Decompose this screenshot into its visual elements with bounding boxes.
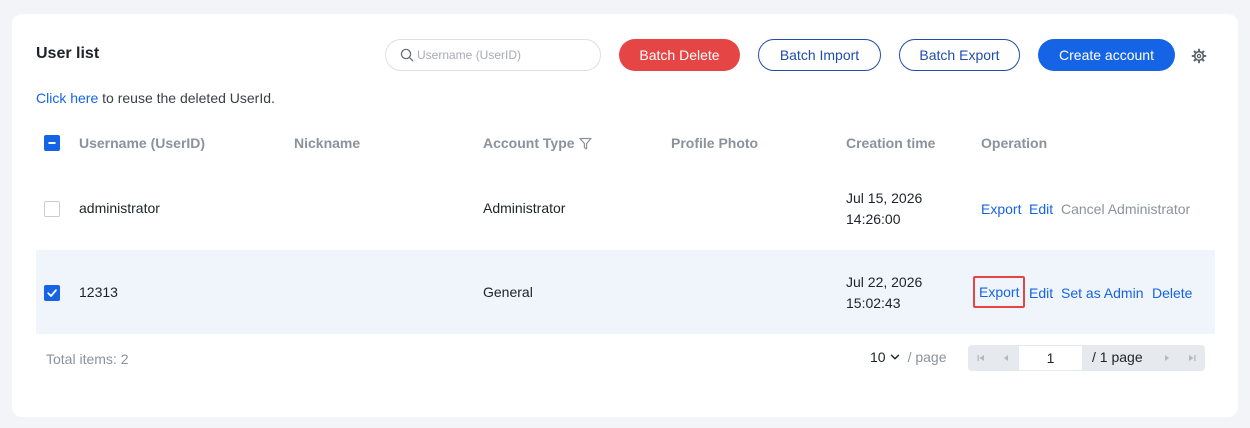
column-account-type-label: Account Type: [483, 135, 575, 151]
page-title: User list: [36, 45, 100, 62]
table-header: Username (UserID) Nickname Account Type …: [36, 126, 1215, 160]
cell-account-type: Administrator: [483, 200, 566, 216]
creation-clock: 15:02:43: [846, 295, 901, 311]
batch-import-button[interactable]: Batch Import: [758, 39, 881, 71]
checkmark-icon: [47, 289, 57, 297]
table-row: 12313 General Jul 22, 2026 15:02:43 Expo…: [36, 250, 1215, 334]
select-all-checkbox[interactable]: [44, 135, 60, 151]
edit-link[interactable]: Edit: [1029, 201, 1053, 217]
search-icon: [400, 48, 414, 62]
creation-date: Jul 15, 2026: [846, 190, 923, 206]
page-size-select[interactable]: 10 / page: [870, 349, 947, 365]
column-creation-time: Creation time: [846, 135, 936, 151]
cell-username: 12313: [79, 284, 118, 300]
last-page-icon: [1188, 355, 1195, 361]
first-page-button[interactable]: [968, 345, 993, 371]
filter-icon[interactable]: [578, 137, 592, 150]
gear-icon[interactable]: [1191, 48, 1207, 64]
total-items: Total items: 2: [46, 351, 129, 367]
search-input[interactable]: [417, 48, 587, 62]
reuse-userid-hint: Click here to reuse the deleted UserId.: [36, 90, 275, 106]
row-checkbox[interactable]: [44, 201, 60, 217]
column-nickname: Nickname: [294, 135, 361, 151]
create-account-button[interactable]: Create account: [1038, 39, 1175, 71]
first-page-icon: [977, 355, 984, 361]
hint-text: to reuse the deleted UserId.: [98, 90, 275, 106]
batch-export-button[interactable]: Batch Export: [899, 39, 1020, 71]
total-items-label: Total items:: [46, 351, 117, 367]
next-page-icon: [1164, 355, 1169, 361]
cell-creation-time: Jul 22, 2026 15:02:43: [846, 272, 922, 314]
search-box[interactable]: [385, 39, 601, 71]
indeterminate-icon: [48, 142, 56, 144]
set-as-admin-link[interactable]: Set as Admin: [1061, 285, 1144, 301]
prev-page-icon: [1003, 355, 1008, 361]
creation-clock: 14:26:00: [846, 211, 901, 227]
page-size-value: 10: [870, 349, 886, 365]
last-page-button[interactable]: [1179, 345, 1204, 371]
next-page-button[interactable]: [1154, 345, 1179, 371]
batch-delete-button[interactable]: Batch Delete: [619, 39, 740, 71]
page-number-input[interactable]: [1019, 346, 1082, 370]
cell-creation-time: Jul 15, 2026 14:26:00: [846, 188, 922, 230]
column-account-type[interactable]: Account Type: [483, 135, 592, 151]
delete-link[interactable]: Delete: [1152, 285, 1192, 301]
column-username: Username (UserID): [79, 135, 206, 151]
table-row: administrator Administrator Jul 15, 2026…: [36, 166, 1215, 250]
cell-account-type: General: [483, 284, 533, 300]
total-pages: / 1 page: [1092, 349, 1143, 365]
row-checkbox[interactable]: [44, 285, 60, 301]
export-link[interactable]: Export: [981, 201, 1021, 217]
per-page-label: / page: [907, 349, 947, 365]
chevron-down-icon: [890, 354, 899, 360]
cell-username: administrator: [79, 200, 160, 216]
cancel-administrator-link[interactable]: Cancel Administrator: [1061, 201, 1190, 217]
column-operation: Operation: [981, 135, 1048, 151]
pagination: / 1 page: [968, 345, 1205, 371]
total-items-count: 2: [120, 351, 129, 367]
edit-link[interactable]: Edit: [1029, 285, 1053, 301]
column-profile-photo: Profile Photo: [671, 135, 759, 151]
click-here-link[interactable]: Click here: [36, 90, 98, 106]
prev-page-button[interactable]: [993, 345, 1018, 371]
creation-date: Jul 22, 2026: [846, 274, 923, 290]
user-list-card: User list Batch Delete Batch Import Batc…: [12, 14, 1238, 417]
export-link[interactable]: Export: [973, 276, 1026, 308]
